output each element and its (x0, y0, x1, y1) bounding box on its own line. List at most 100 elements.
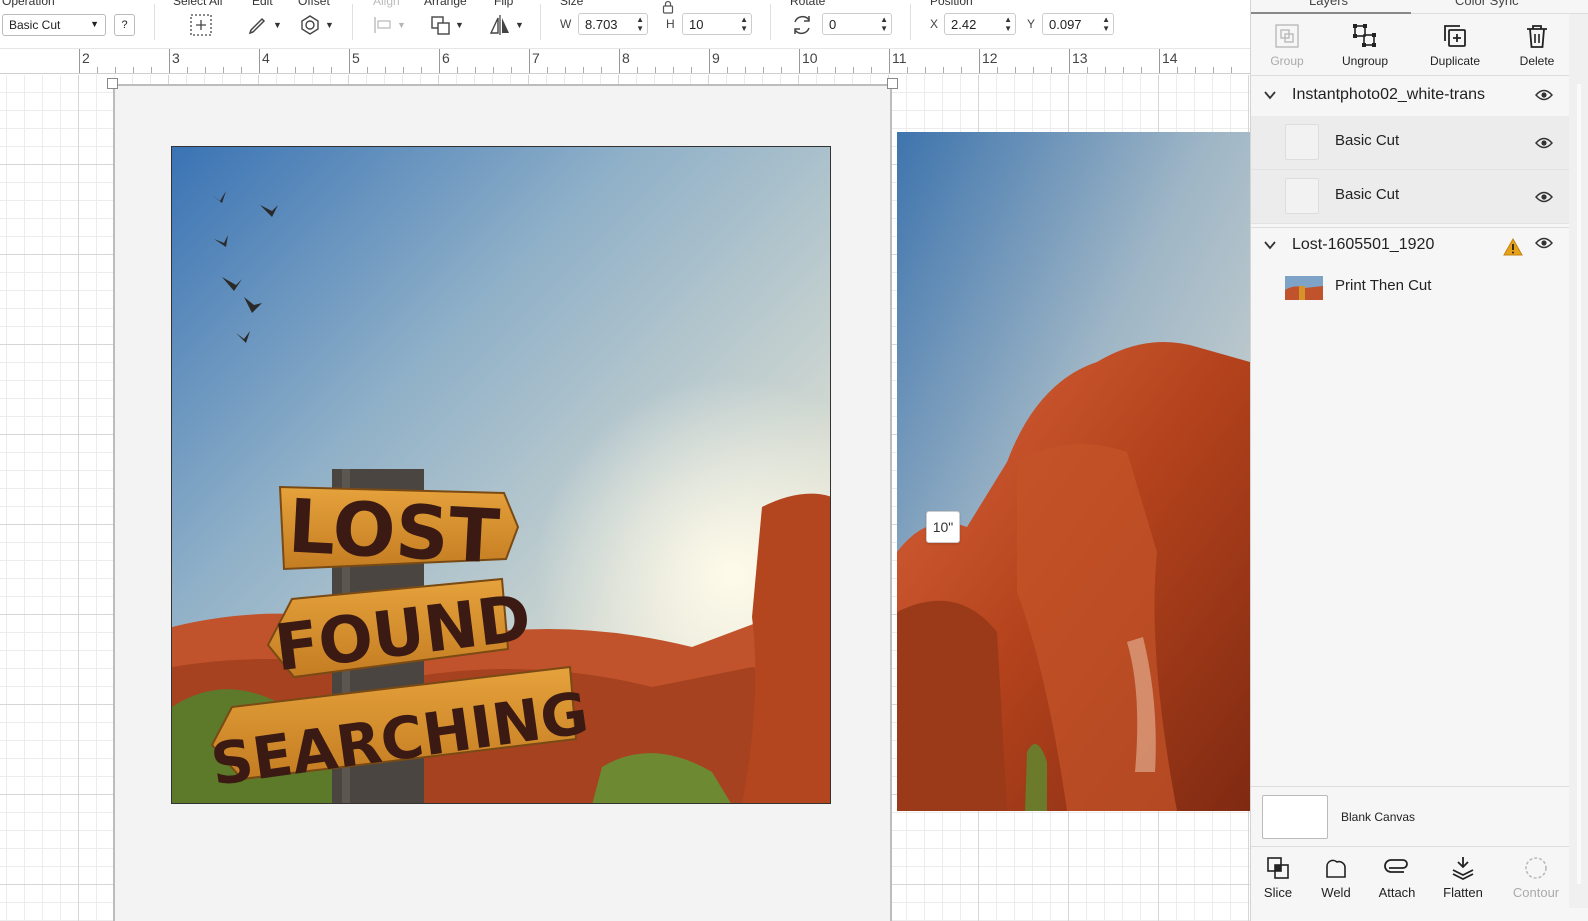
rotate-field[interactable]: 0 ▲ ▼ (822, 13, 892, 35)
stepper-icon[interactable]: ▲ ▼ (1102, 15, 1110, 33)
ruler-minor-tick (187, 67, 188, 73)
offset-icon (301, 15, 319, 35)
align-icon (374, 17, 391, 33)
ruler-label: 10 (802, 50, 818, 66)
width-field[interactable]: 8.703 ▲ ▼ (578, 13, 648, 35)
height-field[interactable]: 10 ▲ ▼ (682, 13, 752, 35)
ruler-minor-tick (403, 67, 404, 73)
blank-canvas-swatch[interactable] (1262, 795, 1328, 839)
resize-handle[interactable] (887, 78, 898, 89)
layers-panel: Layers Color Sync Group Ungroup Duplicat… (1250, 0, 1588, 921)
x-position-field[interactable]: 2.42 ▲ ▼ (944, 13, 1016, 35)
operation-help-button[interactable]: ? (114, 14, 135, 36)
stepper-icon[interactable]: ▲ ▼ (880, 15, 888, 33)
chevron-down-icon[interactable] (1263, 238, 1277, 252)
ruler-minor-tick (511, 67, 512, 73)
edit-button[interactable]: ▼ (246, 12, 282, 38)
ruler-label: 9 (712, 50, 720, 66)
dimension-tag: 10" (926, 511, 960, 543)
warning-icon[interactable] (1503, 238, 1523, 256)
ruler-minor-tick (205, 67, 206, 73)
ruler-minor-tick (1123, 67, 1124, 73)
ruler-minor-tick (943, 67, 944, 73)
ruler-minor-tick (115, 67, 116, 73)
contour-button[interactable]: Contour (1506, 855, 1566, 900)
stepper-icon[interactable]: ▲ ▼ (1004, 15, 1012, 33)
ruler-minor-tick (385, 67, 386, 73)
ruler-minor-tick (745, 67, 746, 73)
size-label: Size (560, 0, 584, 8)
layer-name: Print Then Cut (1335, 277, 1432, 294)
chevron-down-icon[interactable] (1263, 88, 1277, 102)
stepper-icon[interactable]: ▲ ▼ (636, 15, 644, 33)
ruler-minor-tick (277, 67, 278, 73)
toolbar-divider (770, 4, 771, 40)
duplicate-icon (1444, 25, 1466, 47)
align-label: Align (373, 0, 400, 8)
arrange-button[interactable]: ▼ (430, 12, 464, 38)
layer-group-name: Instantphoto02_white-trans (1292, 86, 1486, 103)
desert-signpost-image: LOST FOUND SEARCHING (172, 147, 830, 803)
ruler-minor-tick (493, 67, 494, 73)
blank-canvas-row[interactable]: Blank Canvas (1251, 786, 1569, 844)
ruler-minor-tick (907, 67, 908, 73)
panel-scrollbar[interactable] (1569, 14, 1588, 908)
contour-label: Contour (1512, 885, 1560, 900)
align-button[interactable]: ▼ (372, 12, 406, 38)
ruler-minor-tick (583, 67, 584, 73)
layer-group-lost[interactable]: Lost-1605501_1920 (1251, 227, 1569, 263)
operation-select[interactable]: Basic Cut ▼ (2, 14, 106, 36)
slice-button[interactable]: Slice (1248, 855, 1308, 900)
layer-thumbnail (1285, 276, 1323, 300)
ruler-minor-tick (673, 67, 674, 73)
ruler-minor-tick (457, 67, 458, 73)
operation-value: Basic Cut (9, 18, 61, 32)
ruler-label: 7 (532, 50, 540, 66)
ungroup-button[interactable]: Ungroup (1329, 20, 1401, 74)
flatten-button[interactable]: Flatten (1433, 855, 1493, 900)
group-button[interactable]: Group (1251, 20, 1323, 74)
trash-icon (1527, 25, 1547, 48)
delete-button[interactable]: Delete (1501, 20, 1573, 74)
tab-layers[interactable]: Layers (1309, 0, 1348, 8)
stepper-icon[interactable]: ▲ ▼ (740, 15, 748, 33)
rotate-icon (794, 16, 810, 34)
eye-icon[interactable] (1535, 88, 1553, 102)
layer-item-basic-cut[interactable]: Basic Cut (1251, 170, 1569, 224)
arrange-icon (431, 16, 450, 35)
ruler-minor-tick (1015, 67, 1016, 73)
layer-group-instantphoto[interactable]: Instantphoto02_white-trans (1251, 78, 1569, 114)
eye-icon[interactable] (1535, 136, 1553, 150)
weld-icon (1326, 859, 1346, 878)
ruler-label: 12 (982, 50, 998, 66)
layer-thumbnail (1285, 124, 1319, 160)
ruler-minor-tick (1033, 67, 1034, 73)
offset-button[interactable]: ▼ (298, 12, 334, 38)
print-then-cut-image[interactable] (897, 132, 1250, 811)
toolbar-divider (154, 4, 155, 40)
design-canvas[interactable]: LOST FOUND SEARCHING 10" (0, 75, 1250, 921)
arrange-label: Arrange (424, 0, 467, 8)
lock-icon[interactable] (662, 0, 674, 14)
scrollbar-track[interactable] (1577, 84, 1581, 884)
select-all-icon (190, 14, 212, 36)
weld-button[interactable]: Weld (1306, 855, 1366, 900)
eye-icon[interactable] (1535, 236, 1553, 250)
layer-item-basic-cut[interactable]: Basic Cut (1251, 116, 1569, 170)
duplicate-button[interactable]: Duplicate (1419, 20, 1491, 74)
layer-item-print-then-cut[interactable]: Print Then Cut (1251, 266, 1569, 310)
flip-label: Flip (494, 0, 514, 8)
y-position-field[interactable]: 0.097 ▲ ▼ (1042, 13, 1114, 35)
resize-handle[interactable] (107, 78, 118, 89)
eye-icon[interactable] (1535, 190, 1553, 204)
tab-color-sync[interactable]: Color Sync (1455, 0, 1519, 8)
select-all-button[interactable] (188, 12, 214, 38)
flip-button[interactable]: ▼ (488, 12, 524, 38)
ruler-minor-tick (331, 67, 332, 73)
sign-word-lost: LOST (286, 484, 502, 581)
pencil-icon (248, 17, 266, 35)
ruler-minor-tick (151, 67, 152, 73)
attach-button[interactable]: Attach (1367, 855, 1427, 900)
ruler-minor-tick (961, 67, 962, 73)
lost-found-photo[interactable]: LOST FOUND SEARCHING (171, 146, 831, 804)
